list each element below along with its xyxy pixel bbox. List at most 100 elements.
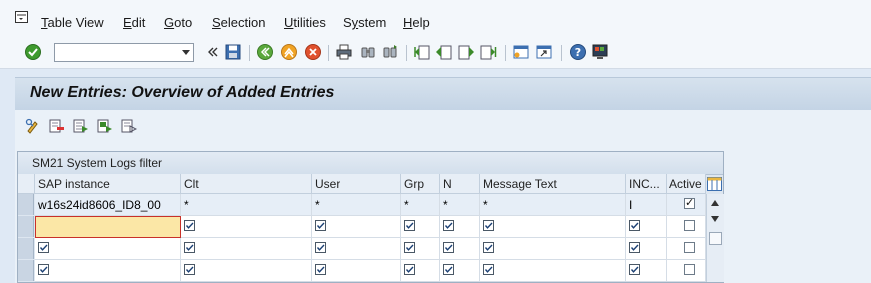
n-cell[interactable] [440,216,480,238]
previous-page-icon[interactable] [435,43,453,61]
double-chevron-left-icon[interactable] [203,43,221,61]
column-header-active[interactable]: Active [667,174,706,194]
user-cell[interactable] [312,260,401,282]
row-selector[interactable] [18,238,34,259]
toolbar-separator [561,45,562,61]
message-text-cell[interactable] [480,260,626,282]
scrollbar-thumb[interactable] [709,232,722,245]
active-checkbox[interactable] [684,196,695,209]
menu-system[interactable]: System [343,15,386,30]
required-entry-icon [629,242,640,253]
user-cell[interactable] [312,216,401,238]
clt-cell[interactable] [181,238,312,260]
column-label: Active [669,177,702,191]
message-text-cell[interactable] [480,216,626,238]
n-cell[interactable] [440,260,480,282]
row-selector[interactable] [18,216,34,237]
message-text-cell[interactable] [480,238,626,260]
menu-edit[interactable]: Edit [123,15,145,30]
system-menu-icon[interactable] [15,11,28,23]
row-selector[interactable] [18,260,34,281]
user-cell[interactable] [312,238,401,260]
title-bar: New Entries: Overview of Added Entries [15,77,871,111]
exit-icon[interactable] [280,43,298,61]
cancel-icon[interactable] [304,43,322,61]
menu-table-view[interactable]: Table View [41,15,104,30]
customize-layout-icon[interactable] [591,43,609,61]
grp-cell[interactable] [401,238,440,260]
grp-cell[interactable] [401,216,440,238]
n-cell[interactable]: * [440,194,480,216]
column-label: User [315,177,341,191]
table-settings-icon[interactable] [706,175,723,193]
inc-cell[interactable] [626,260,667,282]
save-icon[interactable] [224,43,242,61]
last-page-icon[interactable] [479,43,497,61]
grp-cell[interactable]: * [401,194,440,216]
sap-instance-cell[interactable] [35,260,181,282]
find-icon[interactable] [359,43,377,61]
menu-help[interactable]: Help [403,15,430,30]
help-icon[interactable]: ? [569,43,587,61]
column-header-clt[interactable]: Clt [181,174,312,194]
column-header-grp[interactable]: Grp [401,174,440,194]
table-control: SM21 System Logs filter SAP instance Clt… [17,151,724,283]
scroll-up-icon[interactable] [711,200,719,206]
clt-cell[interactable]: * [181,194,312,216]
message-text-cell-value: * [483,198,488,212]
menu-selection[interactable]: Selection [212,15,265,30]
inc-cell[interactable] [626,216,667,238]
active-checkbox[interactable] [684,242,695,253]
message-text-cell[interactable]: * [480,194,626,216]
required-entry-icon [443,220,454,231]
user-cell[interactable]: * [312,194,401,216]
sap-instance-cell[interactable] [35,238,181,260]
active-cell [667,194,706,216]
next-page-icon[interactable] [457,43,475,61]
chevron-down-icon[interactable] [182,50,190,55]
row-selector[interactable] [18,194,34,215]
column-header-message-text[interactable]: Message Text [480,174,626,194]
column-header-inc[interactable]: INC... [626,174,667,194]
select-block-icon[interactable] [97,118,113,134]
required-entry-icon [315,242,326,253]
sap-instance-cell[interactable]: w16s24id8606_ID8_00 [35,194,181,216]
column-header-sap-instance[interactable]: SAP instance [35,174,181,194]
column-header-n[interactable]: N [440,174,480,194]
create-session-icon[interactable] [512,43,530,61]
menu-utilities[interactable]: Utilities [284,15,326,30]
table-row [18,260,706,282]
menu-table-view-rest: able View [47,15,104,30]
menu-system-pre: S [343,15,352,30]
inc-cell[interactable]: I [626,194,667,216]
shortcut-icon[interactable] [535,43,553,61]
column-label: Message Text [483,177,557,191]
clt-cell[interactable] [181,260,312,282]
delete-icon[interactable] [49,118,65,134]
required-entry-icon [483,220,494,231]
back-icon[interactable] [256,43,274,61]
table-row [18,238,706,260]
active-checkbox[interactable] [684,220,695,231]
menu-goto[interactable]: Goto [164,15,192,30]
print-icon[interactable] [335,43,353,61]
vertical-scrollbar[interactable] [706,194,724,282]
sap-instance-input-focused[interactable] [35,216,181,238]
command-field[interactable] [54,43,194,62]
select-all-icon[interactable] [73,118,89,134]
column-header-user[interactable]: User [312,174,401,194]
active-checkbox[interactable] [684,264,695,275]
clt-cell-value: * [184,198,189,212]
enter-icon[interactable] [24,43,42,61]
clt-cell[interactable] [181,216,312,238]
inc-cell[interactable] [626,238,667,260]
deselect-all-icon[interactable] [121,118,137,134]
scroll-down-icon[interactable] [711,216,719,222]
select-all-rows-header[interactable] [18,174,35,194]
grp-cell[interactable] [401,260,440,282]
n-cell[interactable] [440,238,480,260]
change-display-icon[interactable] [25,118,41,134]
first-page-icon[interactable] [413,43,431,61]
toolbar-separator [406,45,407,61]
find-next-icon[interactable] [381,43,399,61]
